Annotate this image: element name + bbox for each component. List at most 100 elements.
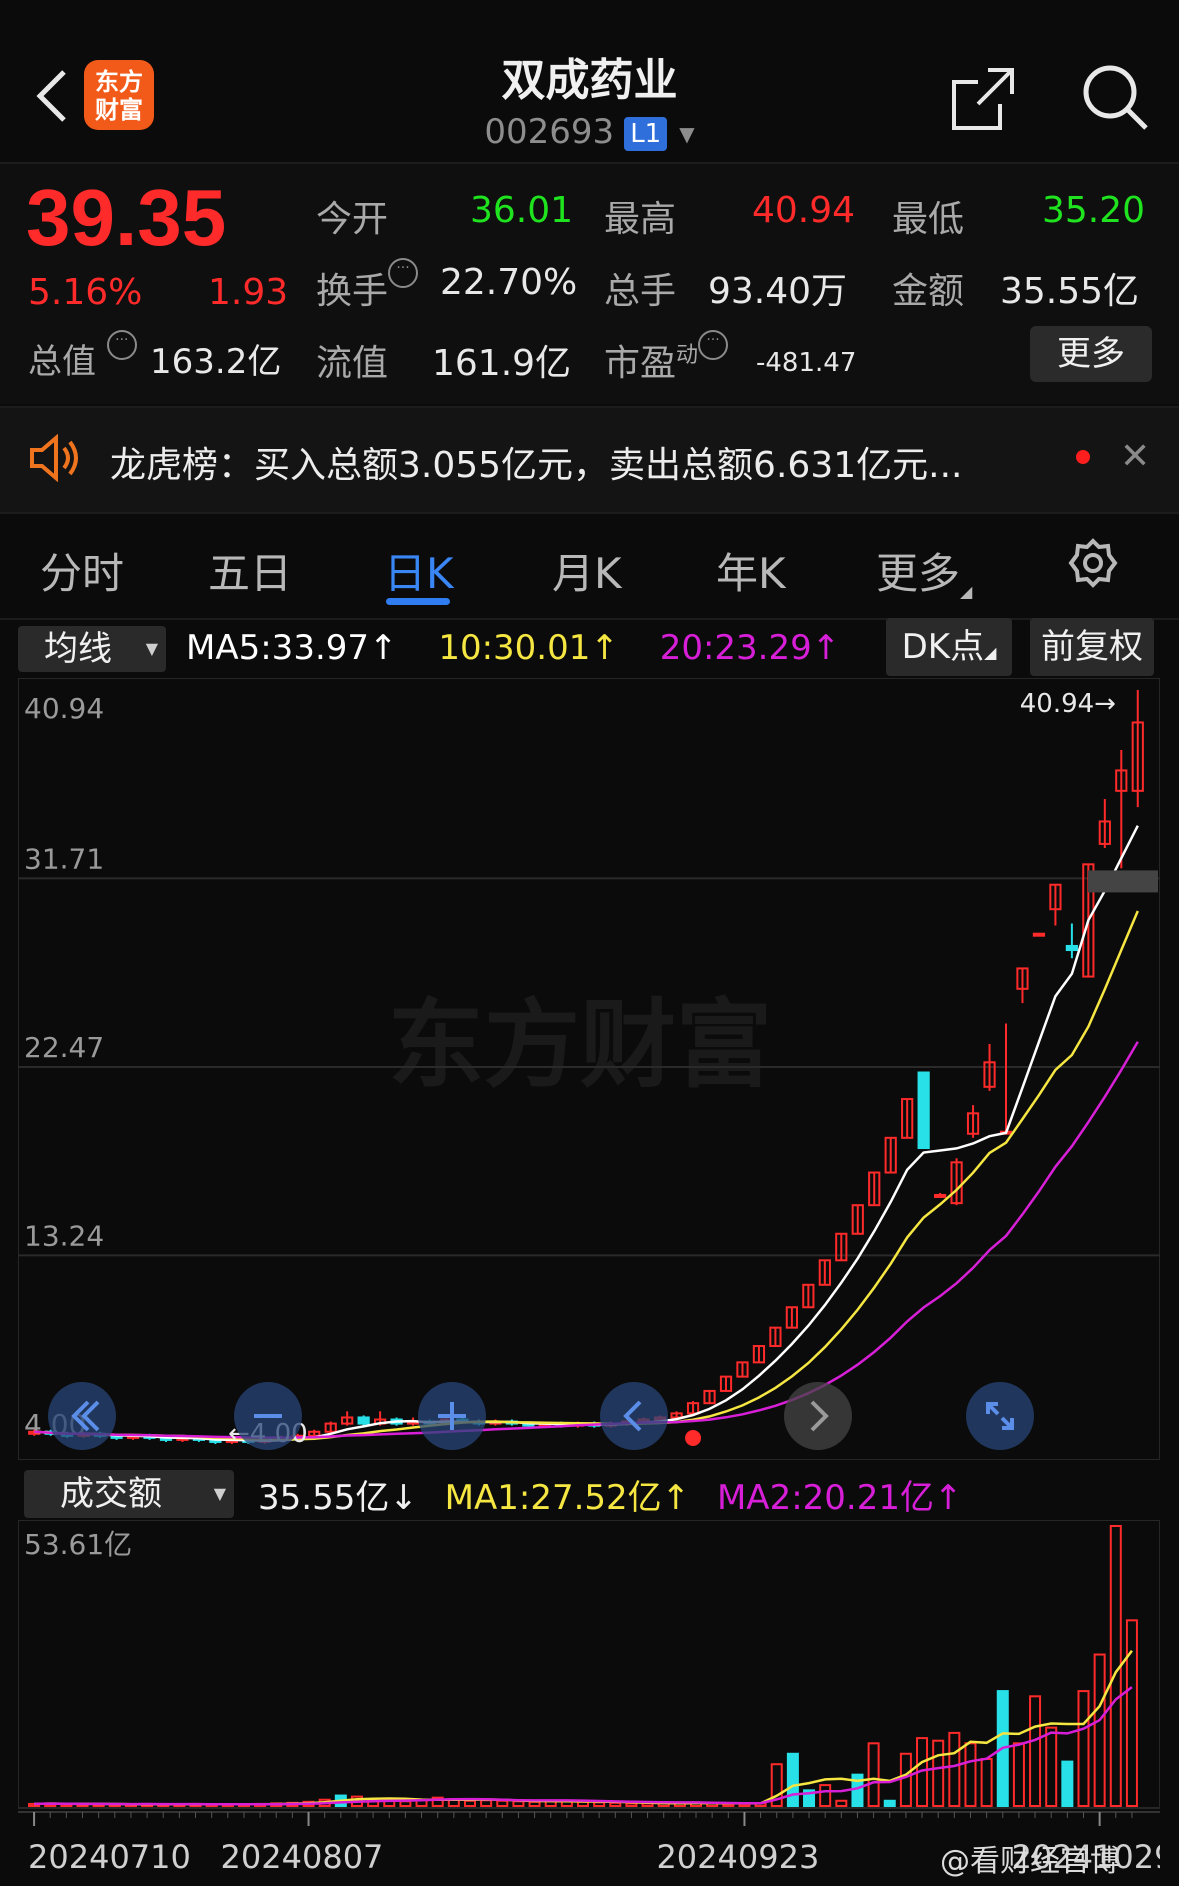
x-tick-label: 20240923 [656, 1838, 819, 1876]
current-marker [685, 1430, 702, 1446]
weibo-watermark: @看财经官博 [940, 1844, 1120, 1879]
tab-yearly-k[interactable]: 年K [716, 540, 786, 601]
amount-ma2-line [34, 1686, 1133, 1806]
news-headline[interactable]: 龙虎榜：买入总额3.055亿元，卖出总额6.631亿元... [110, 436, 962, 488]
y-tick-label: 53.61亿 [24, 1528, 132, 1561]
main-indicator-select[interactable]: 均线 ▼ [18, 626, 166, 672]
amount-bar [528, 1800, 541, 1808]
pe-label: 市盈动··· [604, 330, 729, 386]
candle [1131, 690, 1144, 808]
candle [868, 1171, 881, 1207]
amount-current-value: 35.55亿↓ [258, 1478, 418, 1518]
x-tick-label: 20240710 [28, 1838, 191, 1876]
amount-value: 35.55亿 [1000, 271, 1140, 312]
change-amount: 1.93 [208, 272, 289, 313]
last-price: 39.35 [26, 173, 227, 262]
candle [950, 1158, 963, 1206]
amount-bar [932, 1739, 945, 1807]
amount-bar [1012, 1742, 1025, 1807]
amount-bar [1125, 1619, 1138, 1807]
amount-ma1-line [34, 1649, 1133, 1806]
y-tick-label: 31.71 [24, 842, 104, 875]
candle [736, 1361, 749, 1378]
info-dots-icon[interactable]: ··· [388, 258, 419, 288]
amount-bar [899, 1752, 912, 1807]
sub-indicator-select[interactable]: 成交额 ▼ [24, 1470, 234, 1518]
low-value: 35.20 [1042, 190, 1146, 231]
candle [818, 1259, 831, 1286]
zoom-in-button[interactable] [418, 1382, 486, 1450]
zoom-out-button[interactable] [234, 1382, 302, 1450]
dropdown-caret-icon: ▼ [213, 1484, 226, 1503]
high-label: 最高 [604, 199, 677, 240]
pe-value: -481.47 [756, 348, 857, 378]
candle [769, 1326, 782, 1348]
y-tick-label: 13.24 [24, 1219, 104, 1252]
fullscreen-button[interactable] [966, 1382, 1034, 1450]
candle [357, 1415, 370, 1426]
tab-monthly-k[interactable]: 月K [552, 540, 622, 601]
chart-frame [18, 1520, 1160, 1809]
candle [1098, 798, 1111, 848]
float-cap-value: 161.9亿 [432, 343, 572, 384]
step-left-button[interactable] [600, 1382, 668, 1450]
ma10-value: 10:30.01↑ [438, 628, 619, 668]
amount-bar [1029, 1695, 1042, 1807]
fast-rewind-button[interactable] [48, 1382, 116, 1450]
turnover-value: 22.70% [440, 262, 578, 303]
level-badge: L1 [624, 116, 668, 151]
high-value: 40.94 [752, 190, 856, 231]
tab-daily-k[interactable]: 日K [384, 540, 454, 601]
close-icon[interactable]: ✕ [1120, 436, 1150, 477]
watermark-text: 东方财富 [388, 989, 772, 1101]
candle [884, 1136, 897, 1174]
amount-bar [948, 1731, 961, 1808]
ma-values-row: MA5:33.97↑ 10:30.01↑ 20:23.29↑ [186, 628, 840, 668]
volume-label: 总手 [604, 271, 677, 312]
tab-five-day[interactable]: 五日 [208, 540, 292, 601]
candle-body [934, 1193, 947, 1198]
candle-body [1032, 932, 1046, 937]
candle [966, 1105, 980, 1138]
amount-bar [835, 1799, 848, 1808]
candle [1016, 967, 1029, 1004]
step-right-button[interactable] [784, 1382, 852, 1450]
volume-values-row: 35.55亿↓ MA1:27.52亿↑ MA2:20.21亿↑ [258, 1470, 962, 1519]
tab-more[interactable]: 更多◢ [876, 540, 972, 601]
speaker-icon [28, 433, 84, 486]
tab-intraday[interactable]: 分时 [40, 540, 124, 601]
share-icon[interactable] [948, 64, 1018, 138]
candle [1032, 932, 1046, 937]
amount-bar [496, 1799, 509, 1808]
kline-chart[interactable]: 东方财富40.9431.7122.4713.244.0040.94→←4.00 [18, 678, 1160, 1460]
active-tab-indicator [386, 598, 450, 605]
amount-bar [819, 1784, 832, 1807]
amount-bar [786, 1752, 799, 1807]
amount-bar [480, 1799, 493, 1807]
candle-body [357, 1416, 370, 1425]
amount-bar [625, 1802, 638, 1808]
volume-value: 93.40万 [708, 271, 848, 312]
y-tick-label: 22.47 [24, 1031, 104, 1064]
search-icon[interactable] [1080, 62, 1150, 136]
settings-gear-icon[interactable] [1068, 538, 1118, 592]
amount-bar [1077, 1690, 1090, 1808]
candle [1049, 883, 1062, 926]
candle [999, 1023, 1013, 1135]
price-highlight-band [1088, 870, 1158, 893]
amount-bar [1061, 1760, 1074, 1808]
change-percent: 5.16% [28, 272, 143, 313]
dk-point-button[interactable]: DK点◢ [886, 618, 1012, 676]
amount-ma1-value: MA1:27.52亿↑ [444, 1478, 691, 1518]
candle [934, 1192, 947, 1198]
amount-bar [867, 1742, 880, 1807]
info-dots-icon[interactable]: ··· [698, 330, 729, 360]
more-quote-button[interactable]: 更多 [1030, 326, 1152, 382]
candle [785, 1306, 798, 1329]
adjust-mode-button[interactable]: 前复权 [1030, 618, 1154, 676]
x-tick-label: 20240807 [221, 1838, 384, 1876]
amount-chart[interactable]: 53.61亿20240710 20240807 20240923 20241029 [18, 1520, 1160, 1886]
info-dots-icon[interactable]: ··· [106, 330, 137, 360]
level-dropdown-icon[interactable]: ▼ [679, 122, 694, 146]
candle-body [1065, 944, 1078, 952]
